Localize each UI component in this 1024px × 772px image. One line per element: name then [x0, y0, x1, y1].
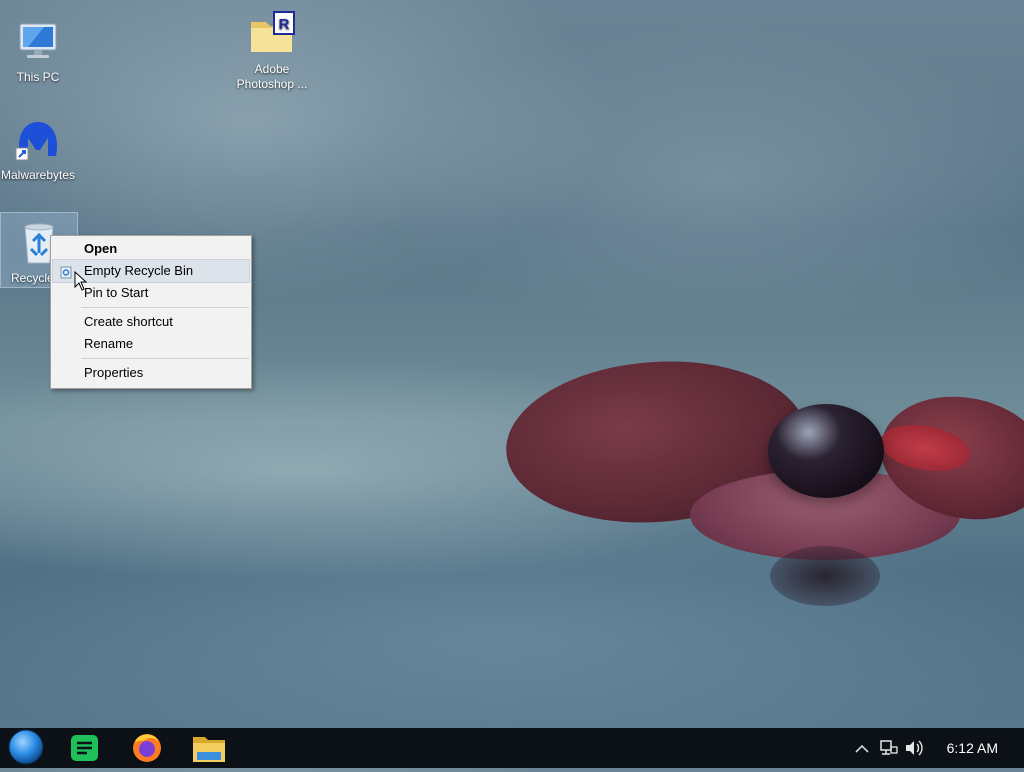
menu-item-label: Rename — [84, 336, 134, 351]
menu-item-open[interactable]: Open — [51, 238, 251, 260]
menu-item-label: Pin to Start — [84, 285, 149, 300]
menu-item-label: Open — [84, 241, 118, 256]
malwarebytes-icon — [14, 116, 62, 164]
start-orb-icon — [8, 729, 44, 765]
wallpaper-water-drop — [768, 404, 884, 498]
desktop-icon-label: This PC — [16, 70, 60, 84]
mouse-cursor-icon — [74, 270, 88, 291]
file-explorer-icon — [193, 737, 225, 762]
volume-icon — [906, 740, 923, 756]
tray-network[interactable] — [878, 728, 900, 768]
desktop-icon-adobe-photoshop[interactable]: R Adobe Photoshop ... — [234, 4, 310, 92]
desktop-icon-label: Adobe — [254, 62, 290, 76]
desktop-icon-this-pc[interactable]: This PC — [0, 12, 76, 85]
menu-item-properties[interactable]: Properties — [51, 362, 251, 384]
show-hidden-icons-chevron-icon — [855, 744, 869, 753]
menu-item-rename[interactable]: Rename — [51, 333, 251, 355]
context-menu[interactable]: Open Empty Recycle Bin Pin to Start Crea… — [50, 235, 252, 389]
taskbar: 6:12 AM — [0, 728, 1024, 768]
taskbar-notes-app[interactable] — [59, 728, 111, 768]
menu-item-label: Properties — [84, 365, 144, 380]
desktop-icon-label: Malwarebytes — [0, 168, 76, 182]
desktop-icon-label: Photoshop ... — [236, 77, 308, 91]
menu-item-label: Empty Recycle Bin — [84, 263, 194, 278]
menu-separator — [81, 358, 249, 359]
menu-item-label: Create shortcut — [84, 314, 173, 329]
taskbar-firefox[interactable] — [121, 728, 173, 768]
computer-icon — [14, 18, 62, 66]
desktop[interactable]: This PC R Adobe Photoshop ... Malwarebyt… — [0, 0, 1024, 728]
tray-show-hidden[interactable] — [852, 728, 872, 768]
menu-item-create-shortcut[interactable]: Create shortcut — [51, 311, 251, 333]
taskbar-file-explorer[interactable] — [183, 728, 235, 768]
firefox-icon — [133, 734, 161, 762]
taskbar-clock[interactable]: 6:12 AM — [947, 740, 998, 756]
folder-r-icon: R — [248, 10, 296, 58]
network-icon — [880, 740, 898, 755]
tray-volume[interactable] — [903, 728, 925, 768]
recycle-bin-small-icon — [59, 264, 73, 279]
svg-text:R: R — [279, 16, 290, 33]
notes-app-icon — [71, 735, 98, 761]
menu-separator — [81, 307, 249, 308]
wallpaper-reflection — [770, 546, 880, 606]
desktop-icon-malwarebytes[interactable]: Malwarebytes — [0, 110, 76, 183]
start-button[interactable] — [0, 728, 52, 768]
